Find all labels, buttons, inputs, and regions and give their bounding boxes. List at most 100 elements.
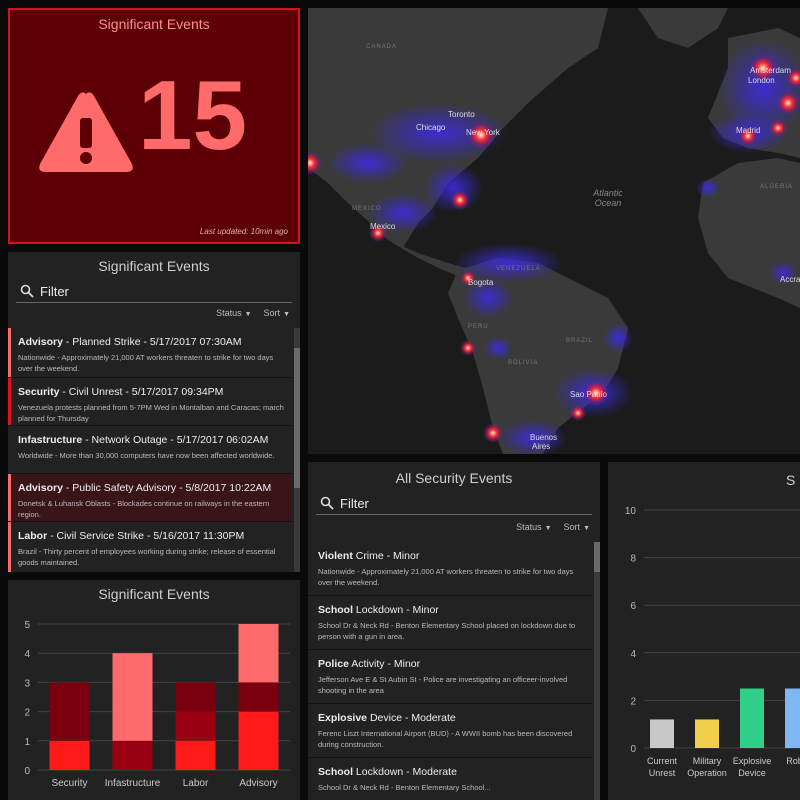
map-label-canada: CANADA: [366, 44, 398, 50]
map-label-toronto: Toronto: [448, 110, 475, 119]
y-tick-label: 2: [24, 708, 30, 719]
list-item[interactable]: School Lockdown - Minor School Dr & Neck…: [308, 596, 592, 650]
item-category: Advisory: [18, 336, 63, 348]
item-category: Infastructure: [18, 434, 83, 446]
status-dropdown[interactable]: Status ▼: [516, 522, 551, 532]
item-category: School: [318, 766, 354, 778]
item-title: - Public Safety Advisory - 5/8/2017 10:2…: [62, 482, 272, 494]
status-dropdown[interactable]: Status ▼: [216, 308, 251, 318]
caret-down-icon: ▼: [583, 525, 590, 532]
search-icon: [320, 496, 334, 510]
item-title: Lockdown - Minor: [353, 604, 439, 616]
significant-events-list-panel: Significant Events Filter Status ▼ Sort ▼ …: [8, 252, 300, 572]
all-list-filter[interactable]: Filter: [316, 492, 592, 515]
caret-down-icon: ▼: [283, 311, 290, 318]
x-tick-label: Labor: [183, 778, 209, 789]
y-tick-label: 8: [630, 554, 636, 565]
warning-triangle-icon: [39, 92, 133, 172]
map-label-venezuela: VENEZUELA: [496, 266, 541, 272]
item-desc: Nationwide - Approximately 21,000 AT wor…: [318, 567, 574, 587]
accent-bar: [8, 474, 11, 521]
item-category: Police: [318, 658, 349, 670]
bar: [785, 688, 800, 748]
bar-segment: [175, 682, 216, 712]
list-item[interactable]: Security - Civil Unrest - 5/17/2017 09:3…: [8, 378, 292, 426]
map-label-new-york: New York: [466, 128, 500, 137]
list-item-selected[interactable]: Advisory - Public Safety Advisory - 5/8/…: [8, 474, 292, 522]
significant-events-bar-chart: 0 1 2 3 4 5 Security Infastructure Labor Advisory: [24, 620, 290, 789]
item-desc: Worldwide - More than 30,000 computers h…: [18, 451, 275, 460]
map-label-peru: PERU: [468, 324, 489, 330]
scrollbar[interactable]: [594, 542, 600, 800]
item-category: Advisory: [18, 482, 63, 494]
list-item[interactable]: Explosive Device - Moderate Ferenc Liszt…: [308, 704, 592, 758]
sig-list-filter[interactable]: Filter: [16, 280, 292, 303]
list-item[interactable]: Violent Crime - Minor Nationwide - Appro…: [308, 542, 592, 596]
all-security-events-panel: All Security Events Filter Status ▼ Sort ▼…: [308, 462, 600, 800]
y-tick-label: 0: [630, 744, 636, 755]
bar-segment: [238, 711, 279, 770]
scrollbar[interactable]: [294, 328, 300, 572]
scrollbar-thumb[interactable]: [594, 542, 600, 572]
events-heat-map[interactable]: CANADA Chicago Toronto New York MEXICO M…: [308, 8, 800, 454]
map-label-madrid: Madrid: [736, 126, 761, 135]
list-item[interactable]: Labor - Civil Service Strike - 5/16/2017…: [8, 522, 292, 572]
item-desc: Jefferson Ave E & St Aubin St - Police a…: [318, 675, 568, 695]
filter-label: Filter: [40, 283, 69, 299]
item-title: Crime - Minor: [352, 550, 420, 562]
y-tick-label: 0: [24, 766, 30, 777]
status-label: Status: [216, 308, 242, 318]
bar: [695, 719, 719, 748]
y-tick-label: 4: [630, 649, 636, 660]
caret-down-icon: ▼: [244, 311, 252, 318]
item-category: Labor: [18, 530, 48, 542]
all-list-title: All Security Events: [395, 470, 513, 486]
bar-segment: [238, 624, 279, 683]
item-desc: School Dr & Neck Rd - Benton Elementary …: [318, 621, 576, 641]
map-label-bogota: Bogota: [468, 278, 494, 287]
x-tick-label: Explosive Device: [733, 756, 772, 778]
map-label-accra: Accra: [780, 275, 800, 284]
sort-dropdown[interactable]: Sort ▼: [564, 522, 590, 532]
item-category: School: [318, 604, 354, 616]
ocean-line-2: Ocean: [594, 198, 622, 208]
list-item[interactable]: Infastructure - Network Outage - 5/17/20…: [8, 426, 292, 474]
sort-dropdown[interactable]: Sort ▼: [264, 308, 290, 318]
events-by-type-chart-panel: S 0 2 4 6 8 10 Current Unrest Military Operation E…: [608, 462, 800, 800]
item-desc: School Dr & Neck Rd - Benton Elementary …: [318, 783, 491, 792]
list-item[interactable]: Advisory - Planned Strike - 5/17/2017 07…: [8, 328, 292, 378]
accent-bar: [8, 378, 11, 425]
bar-segment: [49, 740, 90, 770]
chart-title: Significant Events: [98, 586, 210, 602]
search-icon: [20, 284, 34, 298]
events-by-type-bar-chart: 0 2 4 6 8 10 Current Unrest Military Operation Exp…: [625, 506, 800, 778]
indicator-value: 15: [138, 60, 248, 170]
y-tick-label: 6: [630, 601, 636, 612]
scrollbar-thumb[interactable]: [294, 348, 300, 488]
sort-label: Sort: [263, 308, 281, 318]
map-label-brazil: BRAZIL: [566, 338, 594, 344]
map-label-chicago: Chicago: [416, 123, 446, 132]
accent-bar: [8, 328, 11, 377]
list-item[interactable]: School Lockdown - Moderate School Dr & N…: [308, 758, 592, 800]
bar-segment: [112, 740, 153, 770]
item-category: Explosive: [318, 712, 368, 724]
x-tick-label: Security: [51, 778, 87, 789]
list-item[interactable]: Police Activity - Minor Jefferson Ave E …: [308, 650, 592, 704]
x-tick-label: Current Unrest: [647, 756, 678, 778]
item-desc: Donetsk & Luhansk Oblasts - Blockades co…: [18, 499, 270, 519]
item-title: - Civil Unrest - 5/17/2017 09:34PM: [59, 386, 224, 398]
bar-segment: [112, 653, 153, 741]
map-label-buenos: Buenos: [530, 433, 558, 442]
landmass-greenland: [638, 8, 728, 48]
map-label-atlantic-ocean: Atlantic Ocean: [588, 188, 628, 208]
x-tick-label: Advisory: [239, 778, 277, 789]
world-map[interactable]: [308, 8, 800, 454]
indicator-title: Significant Events: [98, 16, 210, 32]
ocean-line-1: Atlantic: [593, 188, 623, 198]
status-label: Status: [516, 522, 542, 532]
item-title: Lockdown - Moderate: [353, 766, 457, 778]
map-label-amsterdam: Amsterdam: [750, 66, 791, 75]
significant-events-chart-panel: Significant Events 0 1 2 3 4 5 Security Infastr…: [8, 580, 300, 800]
x-tick-label: Robb: [786, 756, 800, 766]
